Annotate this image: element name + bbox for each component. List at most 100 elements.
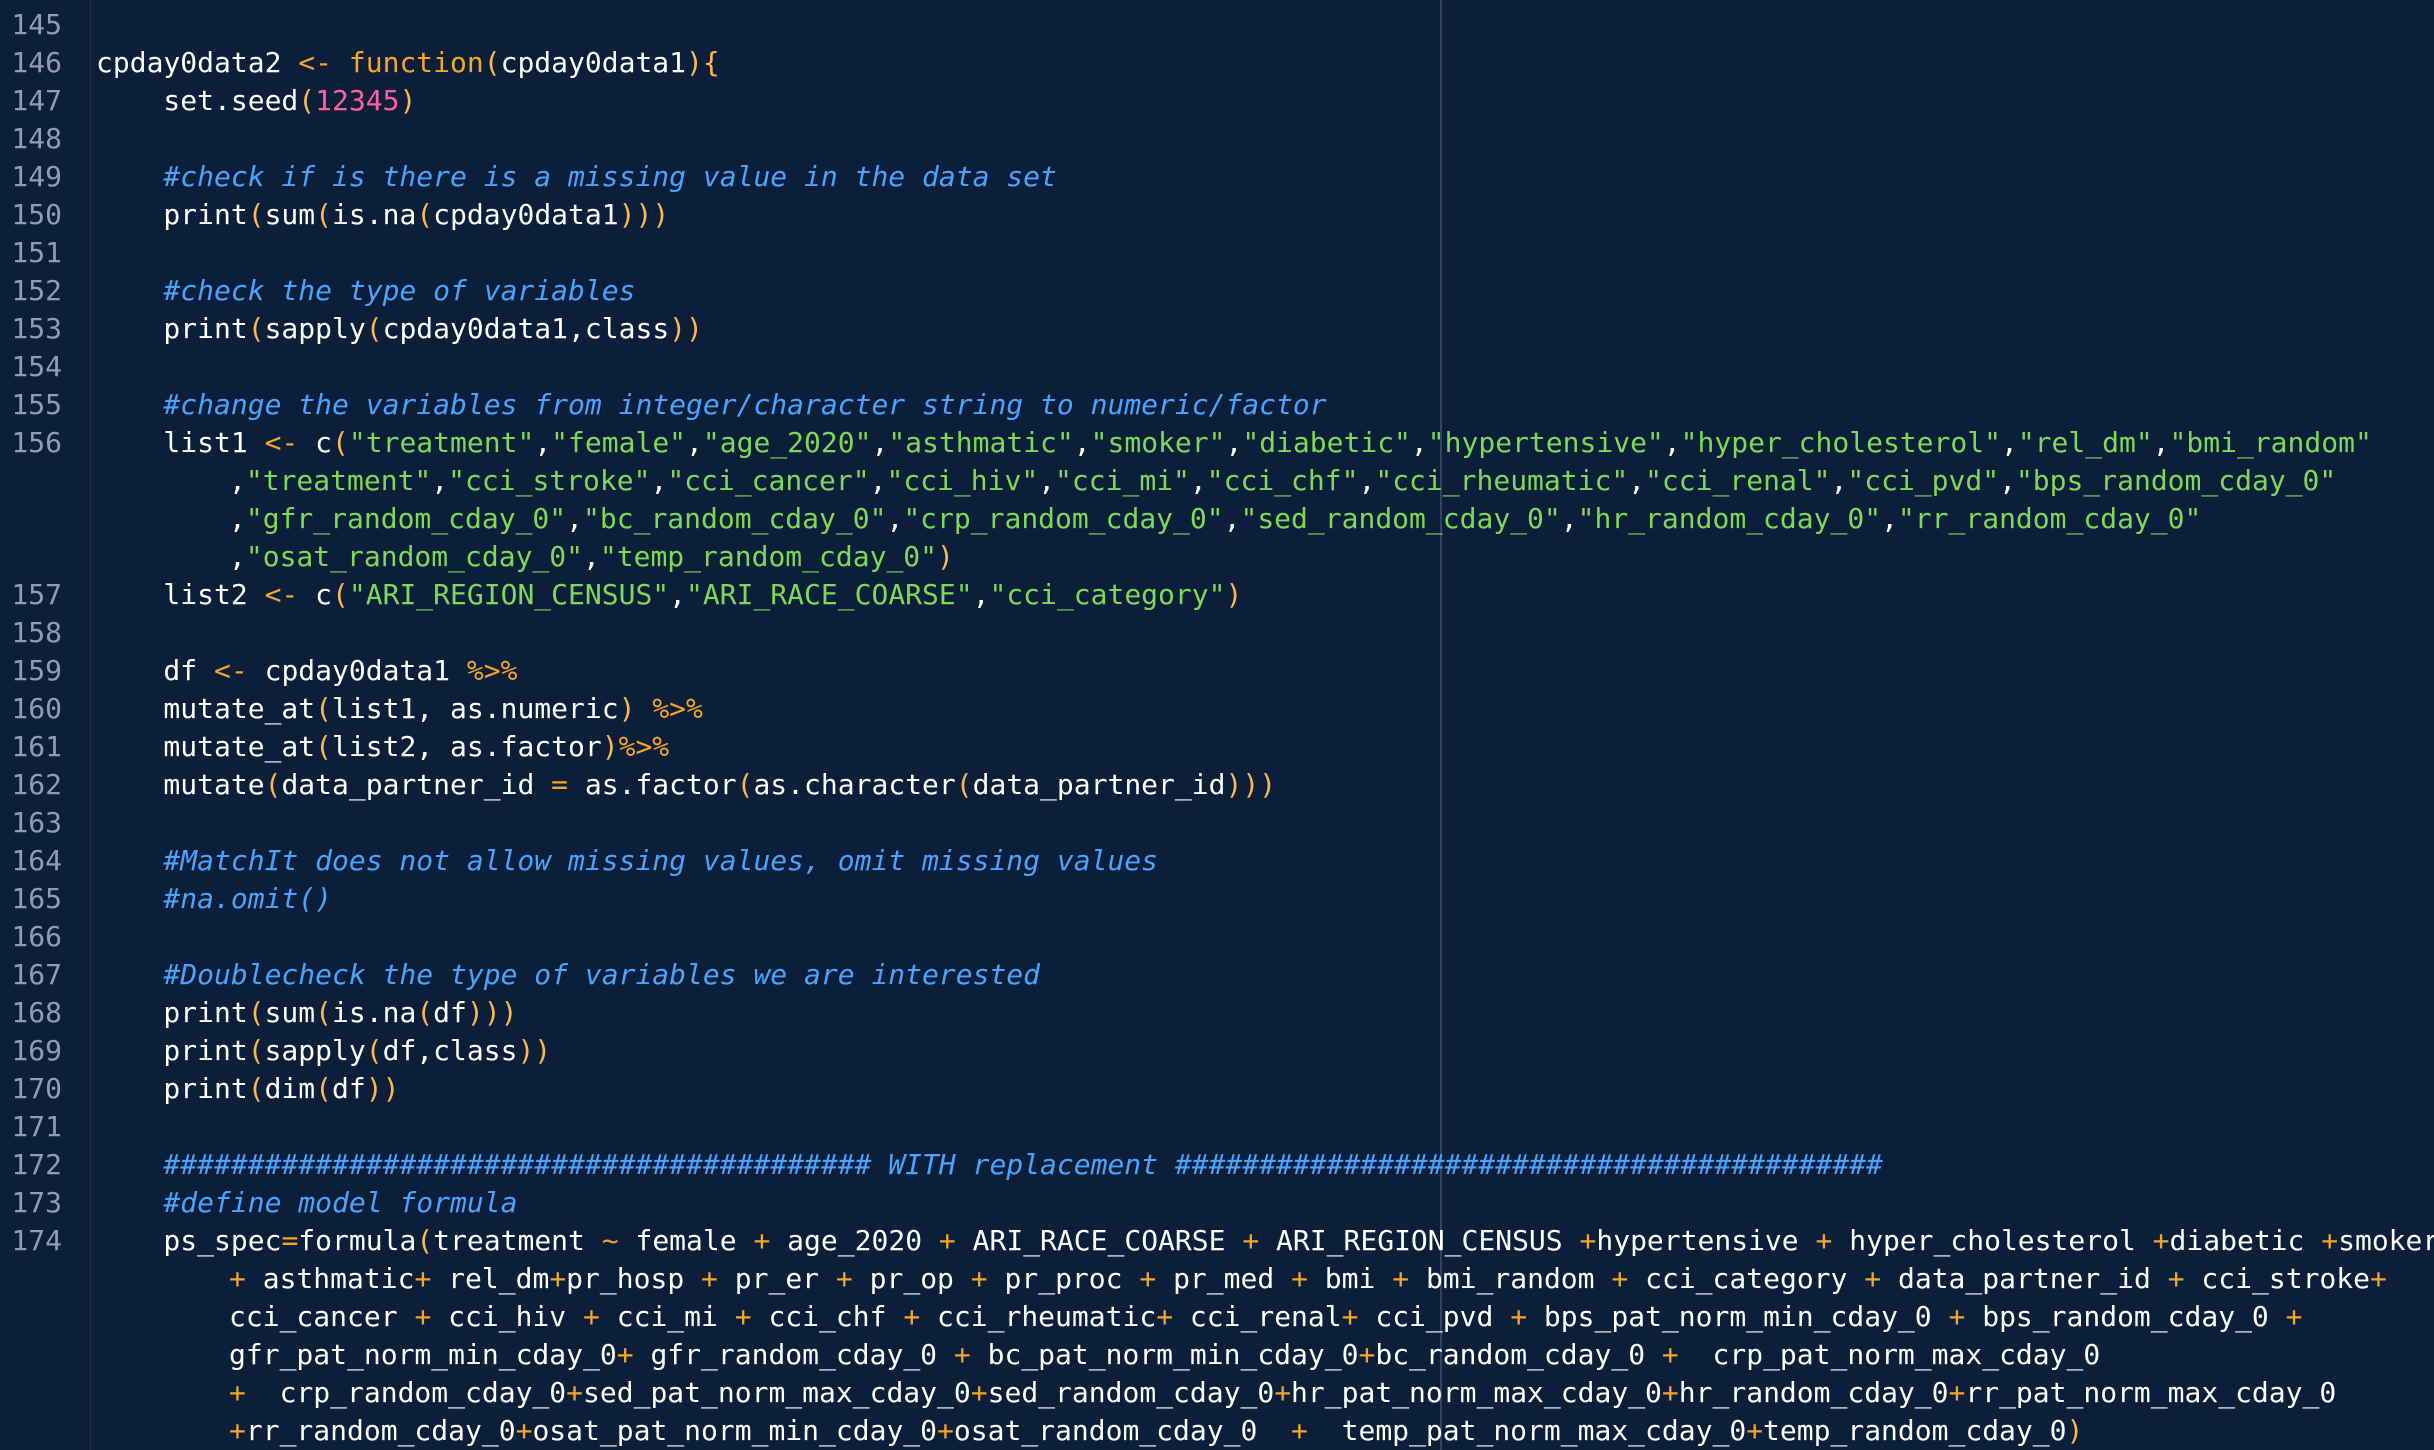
code-line[interactable]: 163 [11, 804, 2434, 842]
code-token: ( [247, 1072, 265, 1105]
code-line[interactable]: 154 [11, 348, 2434, 386]
line-number: 153 [11, 312, 62, 345]
code-token: "cci_stroke" [448, 464, 651, 497]
code-token: cci_stroke [2184, 1262, 2370, 1295]
code-line[interactable]: 170 print(dim(df)) [11, 1070, 2434, 1108]
code-line-wrapped[interactable]: gfr_pat_norm_min_cday_0+ gfr_random_cday… [96, 1336, 2434, 1374]
code-line-wrapped[interactable]: + crp_random_cday_0+sed_pat_norm_max_cda… [96, 1374, 2434, 1412]
code-token: hr_random_cday_0 [1678, 1376, 1949, 1409]
code-token: ) [2066, 1414, 2084, 1447]
code-token: ) [1225, 578, 1243, 611]
code-token: , [869, 464, 887, 497]
code-token: osat_pat_norm_min_cday_0 [532, 1414, 938, 1447]
line-number: 156 [11, 426, 62, 459]
code-line[interactable]: 161 mutate_at(list2, as.factor)%>% [11, 728, 2434, 766]
code-token: ( [247, 1034, 265, 1067]
code-token: "cci_rheumatic" [1375, 464, 1629, 497]
code-token: osat_random_cday_0 [953, 1414, 1292, 1447]
code-token: sed_pat_norm_max_cday_0 [583, 1376, 971, 1409]
code-text: print(sapply(df,class)) [96, 1034, 551, 1067]
code-token: ~ [601, 1224, 619, 1257]
code-line-wrapped[interactable]: cci_cancer + cci_hiv + cci_mi + cci_chf … [96, 1298, 2434, 1336]
code-line[interactable]: 173 #define model formula [11, 1184, 2434, 1222]
code-line[interactable]: 155 #change the variables from integer/c… [11, 386, 2434, 424]
code-token: + [515, 1414, 533, 1447]
code-token: + [229, 1414, 246, 1447]
code-token: "osat_random_cday_0" [245, 540, 584, 573]
code-token: + [1392, 1262, 1410, 1295]
code-line-wrapped[interactable]: ,"treatment","cci_stroke","cci_cancer","… [96, 462, 2434, 500]
code-token: "crp_random_cday_0" [903, 502, 1224, 535]
code-line[interactable]: 162 mutate(data_partner_id = as.factor(a… [11, 766, 2434, 804]
code-token: , [1189, 464, 1207, 497]
code-token: pr_hosp [566, 1262, 702, 1295]
code-editor[interactable]: 145 146 cpday0data2 <- function(cpday0data… [0, 0, 2434, 1450]
code-area[interactable]: 145 146 cpday0data2 <- function(cpday0data… [11, 6, 2434, 1450]
line-number: 146 [11, 46, 62, 79]
code-line[interactable]: 165 #na.omit() [11, 880, 2434, 918]
code-line[interactable]: 168 print(sum(is.na(df))) [11, 994, 2434, 1032]
code-line-wrapped[interactable]: +rr_random_cday_0+osat_pat_norm_min_cday… [96, 1412, 2434, 1450]
code-line[interactable]: 153 print(sapply(cpday0data1,class)) [11, 310, 2434, 348]
code-line[interactable]: 169 print(sapply(df,class)) [11, 1032, 2434, 1070]
line-number: 148 [11, 122, 62, 155]
code-line[interactable]: 145 [11, 6, 2434, 44]
code-line[interactable]: 151 [11, 234, 2434, 272]
code-token: , [2000, 426, 2018, 459]
code-token: ){ [686, 46, 720, 79]
code-token: sapply [264, 1034, 366, 1067]
code-line[interactable]: 150 print(sum(is.na(cpday0data1))) [11, 196, 2434, 234]
code-line-wrapped[interactable]: ,"osat_random_cday_0","temp_random_cday_… [96, 538, 2434, 576]
code-token: ( [332, 426, 349, 459]
code-token: sed_random_cday_0 [987, 1376, 1275, 1409]
line-number: 162 [11, 768, 62, 801]
code-line[interactable]: 156 list1 <- c("treatment","female","age… [11, 424, 2434, 462]
code-token: + [229, 1262, 246, 1295]
code-token: , [1223, 502, 1241, 535]
code-token: ( [247, 198, 265, 231]
code-text: +rr_random_cday_0+osat_pat_norm_min_cday… [96, 1414, 2083, 1447]
code-line[interactable]: 146 cpday0data2 <- function(cpday0data1){ [11, 44, 2434, 82]
code-token: + [701, 1262, 718, 1295]
code-line[interactable]: 160 mutate_at(list1, as.numeric) %>% [11, 690, 2434, 728]
code-token: , [1881, 502, 1898, 535]
code-line[interactable]: 166 [11, 918, 2434, 956]
code-line[interactable]: 167 #Doublecheck the type of variables w… [11, 956, 2434, 994]
code-line[interactable]: 152 #check the type of variables [11, 272, 2434, 310]
code-text: #check if is there is a missing value in… [96, 160, 1057, 193]
code-token: cci_pvd [1358, 1300, 1511, 1333]
code-line[interactable]: 172 ####################################… [11, 1146, 2434, 1184]
code-token: cci_hiv [431, 1300, 584, 1333]
code-line[interactable]: 147 set.seed(12345) [11, 82, 2434, 120]
code-text: print(dim(df)) [96, 1072, 399, 1105]
code-line[interactable]: 149 #check if is there is a missing valu… [11, 158, 2434, 196]
line-number: 170 [11, 1072, 62, 1105]
code-token: + [1242, 1224, 1260, 1257]
code-token: "treatment" [245, 464, 432, 497]
code-line-wrapped[interactable]: + asthmatic+ rel_dm+pr_hosp + pr_er + pr… [96, 1260, 2434, 1298]
line-number: 164 [11, 844, 62, 877]
code-line[interactable]: 171 [11, 1108, 2434, 1146]
code-token: , [1999, 464, 2016, 497]
code-line-wrapped[interactable]: ,"gfr_random_cday_0","bc_random_cday_0",… [96, 500, 2434, 538]
code-token: , [669, 578, 687, 611]
code-line[interactable]: 164 #MatchIt does not allow missing valu… [11, 842, 2434, 880]
code-text: mutate_at(list2, as.factor)%>% [96, 730, 669, 763]
code-token: , [2152, 426, 2170, 459]
code-token: "diabetic" [1242, 426, 1411, 459]
code-line[interactable]: 148 [11, 120, 2434, 158]
code-line[interactable]: 174 ps_spec=formula(treatment ~ female +… [11, 1222, 2434, 1260]
code-line[interactable]: 158 [11, 614, 2434, 652]
code-token: cpday0data1,class [382, 312, 670, 345]
code-token: %>% [618, 730, 670, 763]
code-token: dim [264, 1072, 316, 1105]
code-token: + [937, 1414, 954, 1447]
code-line[interactable]: 159 df <- cpday0data1 %>% [11, 652, 2434, 690]
code-token: "rr_random_cday_0" [1897, 502, 2202, 535]
code-token: + [229, 1376, 246, 1409]
code-token: list2 [96, 578, 265, 611]
code-token: , [534, 426, 552, 459]
code-line[interactable]: 157 list2 <- c("ARI_REGION_CENSUS","ARI_… [11, 576, 2434, 614]
code-token: #check if is there is a missing value in… [96, 160, 1057, 193]
code-token: "bc_random_cday_0" [583, 502, 887, 535]
